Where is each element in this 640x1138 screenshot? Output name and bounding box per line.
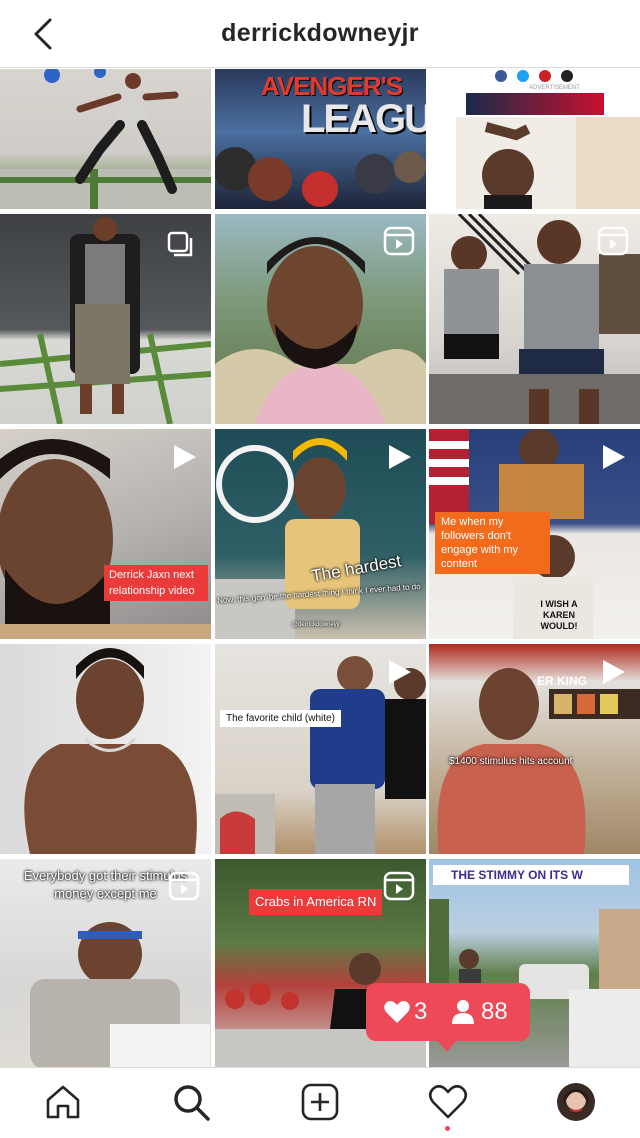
post-tile[interactable]: The favorite child (white) xyxy=(215,644,426,854)
post-caption: Crabs in America RN xyxy=(249,889,383,915)
post-caption: $1400 stimulus hits account xyxy=(449,756,573,767)
play-icon xyxy=(603,445,625,469)
post-tile[interactable]: ADVERTISEMENT xyxy=(429,69,640,209)
ad-banner[interactable] xyxy=(466,93,604,115)
top-bar: derrickdowneyjr xyxy=(0,0,640,68)
carousel-icon xyxy=(167,231,193,257)
nav-search-button[interactable] xyxy=(169,1080,213,1124)
play-icon xyxy=(389,445,411,469)
followers-count: 88 xyxy=(481,998,508,1025)
play-icon xyxy=(389,660,411,684)
share-icons xyxy=(491,69,581,83)
post-tile[interactable]: Everybody got their stimulus money excep… xyxy=(0,859,211,1067)
post-tile[interactable]: The hardest Now, this gon' be the hardes… xyxy=(215,429,426,639)
reel-icon xyxy=(168,871,200,901)
home-icon xyxy=(46,1085,80,1119)
post-tile[interactable]: AVENGER'S LEAGUE xyxy=(215,69,426,209)
post-caption: The favorite child (white) xyxy=(220,710,341,727)
post-tile[interactable] xyxy=(0,69,211,209)
reel-icon xyxy=(383,226,415,256)
bottom-nav xyxy=(0,1067,640,1138)
activity-indicator-dot xyxy=(445,1126,450,1131)
nav-activity-button[interactable] xyxy=(426,1080,470,1124)
profile-username: derrickdowneyjr xyxy=(221,19,419,47)
profile-avatar xyxy=(557,1083,595,1121)
poster-title-bottom: LEAGUE xyxy=(301,97,426,141)
nav-home-button[interactable] xyxy=(41,1080,85,1124)
reel-icon xyxy=(597,226,629,256)
post-caption: Me when my followers don't engage with m… xyxy=(435,512,550,574)
reel-icon xyxy=(383,871,415,901)
nav-new-post-button[interactable] xyxy=(298,1080,342,1124)
post-tile[interactable] xyxy=(0,644,211,854)
video-handle: @derrickdowneyjr xyxy=(292,622,341,628)
new-post-icon xyxy=(301,1083,339,1121)
post-tile[interactable]: Derrick Jaxn next relationship video xyxy=(0,429,211,639)
nav-profile-button[interactable] xyxy=(554,1080,598,1124)
heart-icon xyxy=(384,1001,410,1023)
likes-count: 3 xyxy=(414,998,428,1025)
post-tile[interactable]: ER KING $1400 stimulus hits account xyxy=(429,644,640,854)
notification-pointer xyxy=(437,1040,457,1052)
heart-icon xyxy=(428,1084,468,1119)
post-tile[interactable] xyxy=(215,214,426,424)
post-tile[interactable] xyxy=(0,214,211,424)
search-icon xyxy=(174,1085,210,1121)
post-caption: Everybody got their stimulus money excep… xyxy=(23,868,188,901)
store-sign: ER KING xyxy=(537,674,588,688)
ad-label: ADVERTISEMENT xyxy=(529,85,580,91)
post-grid: AVENGER'S LEAGUE ADVERTISEMENT xyxy=(0,69,640,1067)
post-caption: Derrick Jaxn next relationship video xyxy=(104,565,208,601)
shirt-text: I WISH A KAREN WOULD! xyxy=(540,599,578,631)
play-icon xyxy=(603,660,625,684)
post-tile[interactable] xyxy=(429,214,640,424)
activity-notification[interactable]: 3 88 xyxy=(366,983,530,1041)
play-icon xyxy=(174,445,196,469)
person-icon xyxy=(452,1000,474,1024)
post-tile[interactable]: Me when my followers don't engage with m… xyxy=(429,429,640,639)
post-caption: THE STIMMY ON ITS W xyxy=(433,865,629,885)
